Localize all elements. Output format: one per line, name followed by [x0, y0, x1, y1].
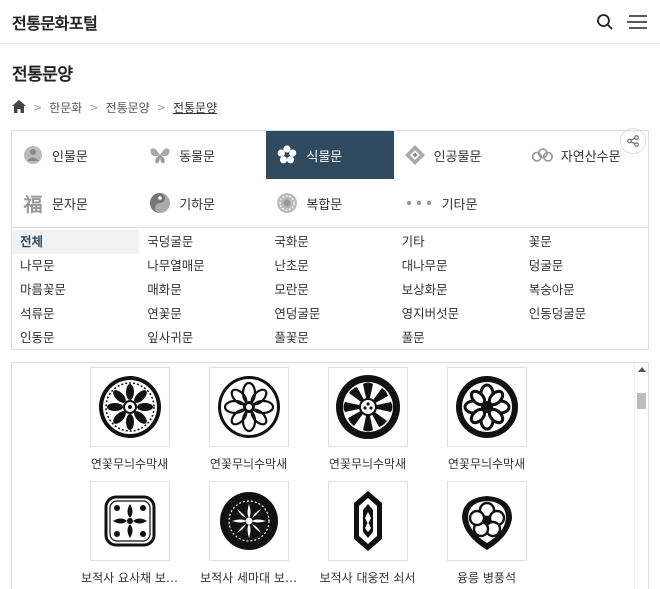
subcategory-item[interactable]: 나무문	[12, 254, 139, 278]
category-label: 인공물문	[433, 149, 482, 165]
category-panel: 인물문 동물문 식물문 인공물문 자연산수문 福 문자문 기하문 복합문 기타문…	[11, 130, 649, 350]
pattern-caption[interactable]: 융릉 병풍석	[427, 569, 546, 589]
category-tab-other[interactable]: 기타문	[394, 179, 521, 227]
category-tab-empty	[521, 179, 648, 227]
category-tab-composite[interactable]: 복합문	[266, 179, 393, 227]
person-pattern-icon	[22, 144, 44, 166]
pattern-caption[interactable]: 연꽃무늬수막새	[189, 455, 308, 477]
scroll-up-arrow-icon[interactable]	[638, 367, 646, 372]
category-tab-animal[interactable]: 동물문	[139, 131, 266, 179]
pattern-caption[interactable]: 연꽃무늬수막새	[427, 455, 546, 477]
pattern-thumbnail[interactable]	[446, 481, 527, 561]
category-label: 인물문	[52, 149, 88, 165]
subcategory-item[interactable]: 풀꽃문	[266, 326, 393, 350]
menu-icon[interactable]	[626, 11, 648, 33]
pattern-caption[interactable]: 연꽃무늬수막새	[308, 455, 427, 477]
category-label: 문자문	[52, 197, 88, 213]
pattern-thumbnail[interactable]	[89, 367, 170, 447]
category-tab-nature[interactable]: 자연산수문	[521, 131, 648, 179]
pattern-thumbnail[interactable]	[446, 367, 527, 447]
breadcrumb: > 한문화 > 전통문양 > 전통문양	[12, 99, 648, 116]
pattern-card[interactable]: 보적사 세마대 보…	[189, 481, 308, 589]
category-label: 동물문	[179, 149, 216, 165]
subcategory-item[interactable]: 인동덩굴문	[521, 302, 648, 326]
top-bar: 전통문화포털	[0, 0, 660, 44]
butterfly-icon	[149, 144, 171, 166]
cloud-icon	[531, 144, 553, 166]
subcategory-item[interactable]: 전체	[12, 230, 140, 254]
subcategory-item[interactable]: 마름꽃문	[12, 278, 139, 302]
character-icon: 福	[23, 193, 43, 216]
pattern-card[interactable]: 융릉 병풍석	[427, 481, 546, 589]
subcategory-item[interactable]: 국화문	[266, 230, 393, 254]
subcategory-item[interactable]: 복숭아문	[521, 278, 648, 302]
dots-icon	[404, 192, 434, 214]
pattern-grid: 연꽃무늬수막새 연꽃무늬수막새 연꽃무늬수막새 연꽃무늬수막새 보적사 요사채 …	[12, 363, 648, 589]
pattern-thumbnail[interactable]	[327, 481, 408, 561]
breadcrumb-current[interactable]: 전통문양	[173, 99, 217, 116]
subcategory-item[interactable]: 보상화문	[394, 278, 521, 302]
round-pattern-icon	[276, 192, 298, 214]
subcategory-item[interactable]: 대나무문	[394, 254, 521, 278]
pattern-thumbnail[interactable]	[208, 367, 289, 447]
home-icon[interactable]	[12, 99, 26, 116]
chevron-right-icon: >	[33, 101, 43, 114]
pattern-thumbnail[interactable]	[208, 481, 289, 561]
pattern-gallery: 연꽃무늬수막새 연꽃무늬수막새 연꽃무늬수막새 연꽃무늬수막새 보적사 요사채 …	[11, 362, 649, 589]
subcategory-item[interactable]: 기타	[394, 230, 521, 254]
breadcrumb-item[interactable]: 한문화	[49, 99, 82, 116]
pattern-caption[interactable]: 보적사 요사채 보…	[70, 569, 189, 589]
subcategory-item[interactable]: 인동문	[12, 326, 139, 350]
chevron-right-icon: >	[156, 101, 166, 114]
pattern-card[interactable]: 연꽃무늬수막새	[308, 367, 427, 477]
gallery-scrollbar[interactable]	[634, 363, 648, 589]
pattern-card[interactable]: 보적사 대웅전 쇠서	[308, 481, 427, 589]
flower-icon	[276, 144, 298, 166]
category-tab-artifact[interactable]: 인공물문	[394, 131, 521, 179]
category-label: 기타문	[441, 197, 478, 213]
subcategory-list: 전체 국덩굴문 국화문 기타 꽃문 나무문 나무열매문 난초문 대나무문 덩굴문…	[12, 228, 648, 350]
category-label: 복합문	[306, 197, 343, 213]
breadcrumb-item[interactable]: 전통문양	[106, 99, 150, 116]
category-tab-person[interactable]: 인물문	[12, 131, 139, 179]
category-tab-character[interactable]: 福 문자문	[12, 179, 139, 227]
subcategory-item[interactable]: 풀문	[394, 326, 521, 350]
subcategory-item[interactable]: 모란문	[266, 278, 393, 302]
pattern-card[interactable]: 연꽃무늬수막새	[189, 367, 308, 477]
subcategory-item[interactable]: 꽃문	[521, 230, 648, 254]
scrollbar-thumb[interactable]	[637, 393, 646, 409]
page-title: 전통문양	[12, 65, 73, 85]
subcategory-item[interactable]: 영지버섯문	[394, 302, 521, 326]
category-tabs: 인물문 동물문 식물문 인공물문 자연산수문 福 문자문 기하문 복합문 기타문	[12, 131, 648, 228]
category-label: 기하문	[179, 197, 216, 213]
pattern-thumbnail[interactable]	[89, 481, 170, 561]
pattern-caption[interactable]: 연꽃무늬수막새	[70, 455, 189, 477]
pattern-caption[interactable]: 보적사 대웅전 쇠서	[308, 569, 427, 589]
subcategory-item[interactable]: 국덩굴문	[139, 230, 266, 254]
category-label: 자연산수문	[560, 149, 621, 165]
swirl-icon	[149, 192, 171, 214]
pattern-caption[interactable]: 보적사 세마대 보…	[189, 569, 308, 589]
pattern-card[interactable]: 연꽃무늬수막새	[427, 367, 546, 477]
subcategory-item[interactable]: 잎사귀문	[139, 326, 266, 350]
pattern-card[interactable]: 보적사 요사채 보…	[70, 481, 189, 589]
subcategory-item[interactable]: 덩굴문	[521, 254, 648, 278]
subcategory-item[interactable]: 석류문	[12, 302, 139, 326]
pattern-card[interactable]: 연꽃무늬수막새	[70, 367, 189, 477]
top-icons	[594, 11, 648, 33]
subcategory-item[interactable]: 매화문	[139, 278, 266, 302]
category-tab-plant[interactable]: 식물문	[266, 131, 394, 179]
category-label: 식물문	[306, 149, 343, 165]
subcategory-item[interactable]: 연꽃문	[139, 302, 266, 326]
category-tab-geometric[interactable]: 기하문	[139, 179, 266, 227]
subcategory-item[interactable]: 나무열매문	[139, 254, 266, 278]
diamond-ornament-icon	[404, 144, 426, 166]
search-icon[interactable]	[594, 11, 616, 33]
site-title[interactable]: 전통문화포털	[12, 10, 98, 34]
subcategory-item[interactable]: 연덩굴문	[266, 302, 393, 326]
subcategory-item[interactable]: 난초문	[266, 254, 393, 278]
pattern-thumbnail[interactable]	[327, 367, 408, 447]
chevron-right-icon: >	[89, 101, 99, 114]
